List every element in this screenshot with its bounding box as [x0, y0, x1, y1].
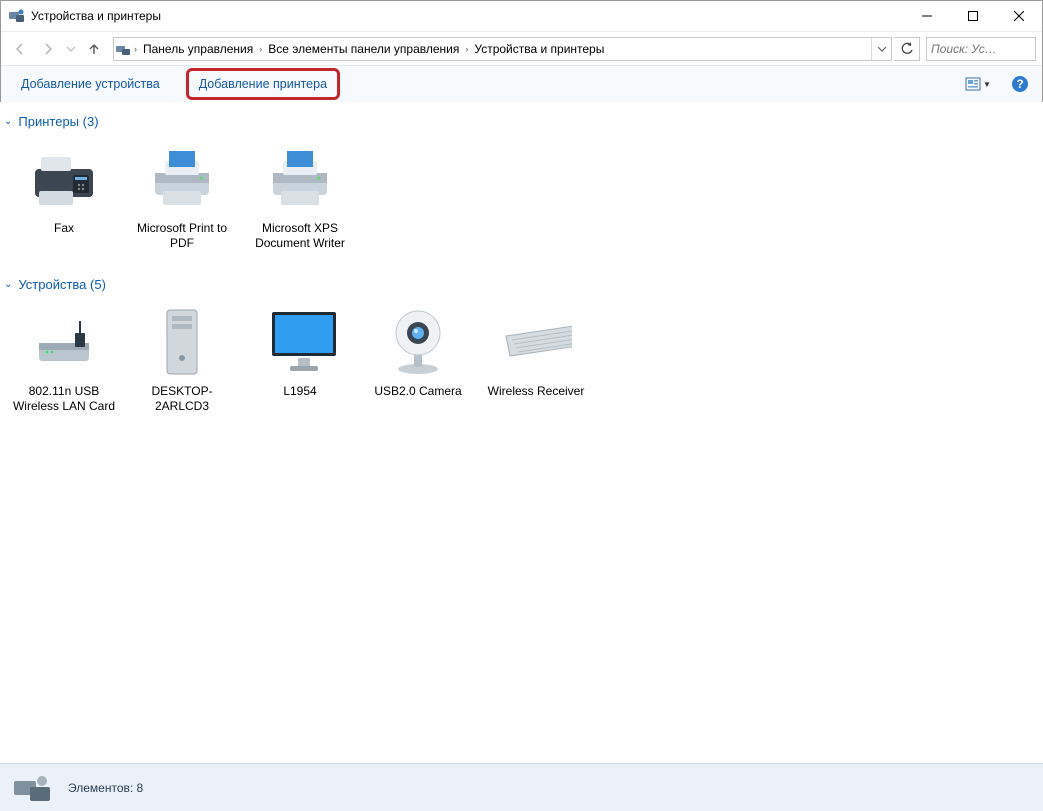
printers-items: Fax Microsoft Print to PDF Microsoft XPS… — [0, 133, 1043, 265]
group-header-devices[interactable]: ⌄ Устройства (5) — [0, 265, 1043, 296]
search-input[interactable]: Поиск: Ус… — [926, 37, 1036, 61]
device-item-webcam[interactable]: USB2.0 Camera — [364, 300, 472, 420]
view-options-button[interactable]: ▼ — [964, 72, 992, 96]
chevron-right-icon: › — [132, 44, 139, 54]
fax-icon — [28, 143, 100, 215]
pc-tower-icon — [146, 306, 218, 378]
help-button[interactable]: ? — [1006, 72, 1034, 96]
device-label: USB2.0 Camera — [374, 384, 461, 399]
nav-up-button[interactable] — [81, 36, 107, 62]
breadcrumb-root[interactable]: Панель управления — [139, 38, 257, 60]
device-item-nic[interactable]: 802.11n USB Wireless LAN Card — [10, 300, 118, 420]
content-area: ⌄ Принтеры (3) Fax Microsoft Print to PD… — [0, 102, 1043, 763]
printer-icon — [264, 143, 336, 215]
nav-back-button[interactable] — [7, 36, 33, 62]
device-label: Wireless Receiver — [488, 384, 585, 399]
chevron-down-icon: ⌄ — [4, 116, 12, 127]
device-item-print-pdf[interactable]: Microsoft Print to PDF — [128, 137, 236, 257]
minimize-button[interactable] — [904, 1, 950, 31]
device-item-monitor[interactable]: L1954 — [246, 300, 354, 420]
group-title: Устройства (5) — [18, 277, 106, 292]
printer-icon — [146, 143, 218, 215]
device-label: DESKTOP-2ARLCD3 — [130, 384, 234, 414]
nav-history-dropdown[interactable] — [63, 36, 79, 62]
keyboard-icon — [500, 306, 572, 378]
chevron-right-icon: › — [257, 44, 264, 54]
breadcrumb-mid[interactable]: Все элементы панели управления — [264, 38, 463, 60]
chevron-down-icon: ⌄ — [4, 279, 12, 290]
search-placeholder: Поиск: Ус… — [931, 42, 997, 56]
address-bar[interactable]: › Панель управления › Все элементы панел… — [113, 37, 892, 61]
device-item-keyboard[interactable]: Wireless Receiver — [482, 300, 590, 420]
device-label: Fax — [54, 221, 74, 236]
device-label: 802.11n USB Wireless LAN Card — [12, 384, 116, 414]
add-printer-button[interactable]: Добавление принтера — [186, 68, 340, 100]
status-devices-icon — [12, 770, 54, 806]
device-item-fax[interactable]: Fax — [10, 137, 118, 257]
devices-items: 802.11n USB Wireless LAN Card DESKTOP-2A… — [0, 296, 1043, 428]
device-item-xps-writer[interactable]: Microsoft XPS Document Writer — [246, 137, 354, 257]
group-title: Принтеры (3) — [18, 114, 98, 129]
location-icon — [114, 41, 132, 57]
device-label: Microsoft Print to PDF — [130, 221, 234, 251]
group-header-printers[interactable]: ⌄ Принтеры (3) — [0, 102, 1043, 133]
device-label: L1954 — [283, 384, 316, 399]
network-card-icon — [28, 306, 100, 378]
status-bar: Элементов: 8 — [0, 763, 1043, 811]
monitor-icon — [264, 306, 336, 378]
title-bar: Устройства и принтеры — [1, 1, 1042, 31]
command-toolbar: Добавление устройства Добавление принтер… — [1, 65, 1042, 103]
add-device-button[interactable]: Добавление устройства — [9, 69, 172, 99]
chevron-right-icon: › — [463, 44, 470, 54]
breadcrumb-leaf[interactable]: Устройства и принтеры — [470, 38, 608, 60]
device-item-desktop[interactable]: DESKTOP-2ARLCD3 — [128, 300, 236, 420]
webcam-icon — [382, 306, 454, 378]
svg-text:?: ? — [1016, 77, 1023, 91]
window-title: Устройства и принтеры — [31, 9, 904, 23]
device-label: Microsoft XPS Document Writer — [248, 221, 352, 251]
nav-forward-button[interactable] — [35, 36, 61, 62]
close-button[interactable] — [996, 1, 1042, 31]
app-icon — [9, 8, 25, 24]
refresh-button[interactable] — [894, 37, 920, 61]
address-dropdown[interactable] — [871, 38, 891, 60]
address-row: › Панель управления › Все элементы панел… — [1, 31, 1042, 65]
status-count: Элементов: 8 — [68, 781, 143, 795]
maximize-button[interactable] — [950, 1, 996, 31]
